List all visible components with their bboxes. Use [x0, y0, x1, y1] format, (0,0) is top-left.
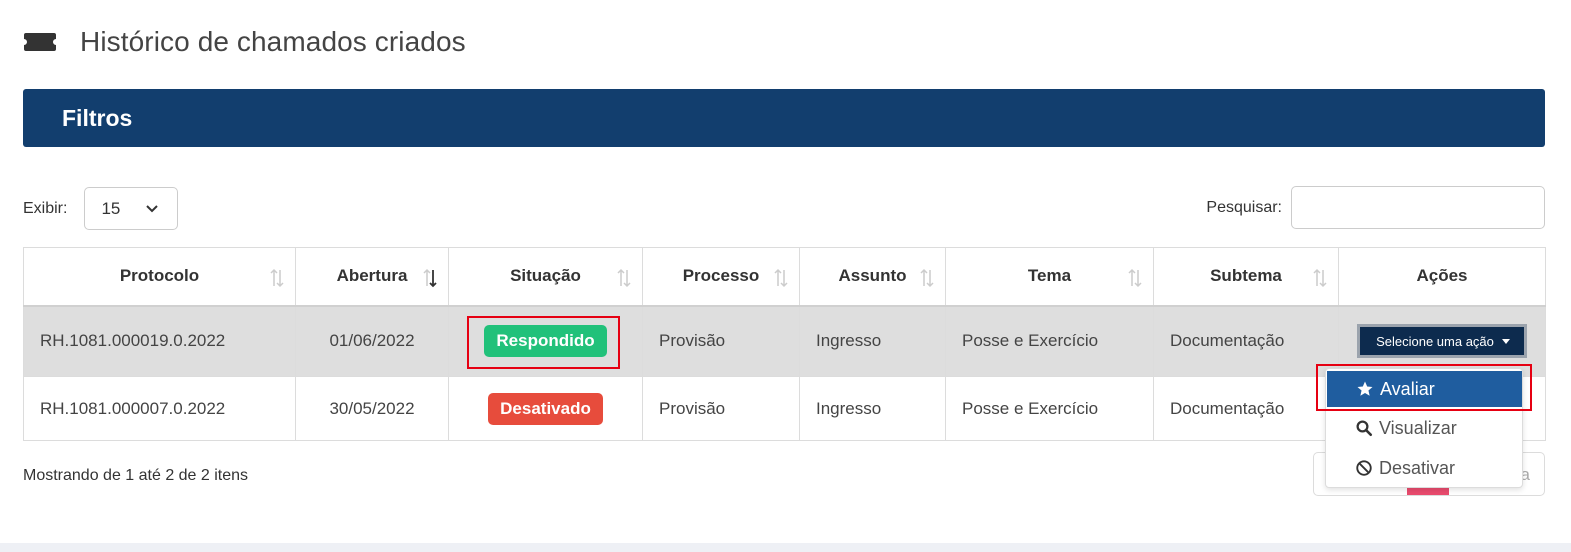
cell-subtema: Documentação: [1153, 376, 1339, 441]
sort-desc-icon: [423, 268, 437, 288]
cell-assunto: Ingresso: [799, 305, 946, 377]
cell-tema: Posse e Exercício: [945, 305, 1154, 377]
select-action-button[interactable]: Selecione uma ação: [1357, 324, 1527, 359]
menu-item-desativar[interactable]: Desativar: [1326, 449, 1522, 487]
menu-item-label: Visualizar: [1379, 417, 1457, 438]
status-badge: Desativado: [488, 392, 603, 425]
column-header-situacao[interactable]: Situação: [448, 247, 643, 307]
menu-item-label: Avaliar: [1380, 378, 1435, 399]
cell-acoes: Selecione uma ação: [1338, 305, 1546, 377]
search-control: Pesquisar:: [1206, 186, 1545, 229]
star-icon: [1357, 381, 1373, 396]
page-title: Histórico de chamados criados: [80, 26, 466, 57]
cell-protocolo: RH.1081.000019.0.2022: [23, 305, 296, 377]
ban-icon: [1356, 460, 1372, 476]
status-badge: Respondido: [484, 325, 607, 358]
cell-abertura: 01/06/2022: [295, 305, 449, 377]
cell-processo: Provisão: [642, 376, 800, 441]
filters-panel-toggle[interactable]: Filtros: [23, 89, 1545, 147]
search-icon: [1356, 420, 1373, 437]
sort-icon: [270, 268, 284, 288]
menu-item-visualizar[interactable]: Visualizar: [1326, 409, 1522, 447]
column-header-processo[interactable]: Processo: [642, 247, 800, 307]
action-dropdown-menu: Avaliar Visualizar Desativar: [1325, 368, 1523, 488]
cell-situacao: Respondido: [448, 305, 643, 377]
tickets-table: Protocolo Abertura Situação Processo Ass…: [23, 247, 1546, 441]
select-action-label: Selecione uma ação: [1376, 333, 1494, 349]
sort-icon: [1313, 268, 1327, 288]
cell-assunto: Ingresso: [799, 376, 946, 441]
cell-situacao: Desativado: [448, 376, 643, 441]
cell-protocolo: RH.1081.000007.0.2022: [23, 376, 296, 441]
page-length-select[interactable]: 15: [84, 187, 179, 230]
menu-item-avaliar[interactable]: Avaliar: [1327, 371, 1522, 407]
page-length-label: Exibir:: [23, 199, 68, 217]
page-header: Histórico de chamados criados: [22, 26, 466, 58]
sort-icon: [920, 268, 934, 288]
sort-icon: [1128, 268, 1142, 288]
table-header-row: Protocolo Abertura Situação Processo Ass…: [23, 247, 1546, 307]
sort-icon: [774, 268, 788, 288]
search-label: Pesquisar:: [1206, 198, 1282, 216]
column-header-protocolo[interactable]: Protocolo: [23, 247, 296, 307]
table-row: RH.1081.000019.0.2022 01/06/2022 Respond…: [23, 305, 1546, 377]
caret-down-icon: [1501, 338, 1510, 344]
cell-abertura: 30/05/2022: [295, 376, 449, 441]
column-header-abertura[interactable]: Abertura: [295, 247, 449, 307]
search-input[interactable]: [1291, 186, 1545, 229]
table-info: Mostrando de 1 até 2 de 2 itens: [23, 467, 249, 484]
page-footer-band: [0, 543, 1571, 552]
column-header-assunto[interactable]: Assunto: [799, 247, 946, 307]
column-header-acoes: Ações: [1338, 247, 1546, 307]
page-length-control: Exibir: 15: [23, 187, 179, 230]
page-length-value: 15: [101, 198, 121, 218]
cell-subtema: Documentação: [1153, 305, 1339, 377]
column-header-subtema[interactable]: Subtema: [1153, 247, 1339, 307]
table-row: RH.1081.000007.0.2022 30/05/2022 Desativ…: [23, 376, 1546, 441]
filters-label: Filtros: [62, 104, 133, 131]
ticket-icon: [24, 33, 56, 51]
cell-processo: Provisão: [642, 305, 800, 377]
column-header-tema[interactable]: Tema: [945, 247, 1154, 307]
sort-icon: [617, 268, 631, 288]
chevron-down-icon: [146, 205, 159, 213]
pagination-current[interactable]: [1407, 487, 1449, 495]
menu-item-label: Desativar: [1379, 457, 1456, 478]
cell-tema: Posse e Exercício: [945, 376, 1154, 441]
